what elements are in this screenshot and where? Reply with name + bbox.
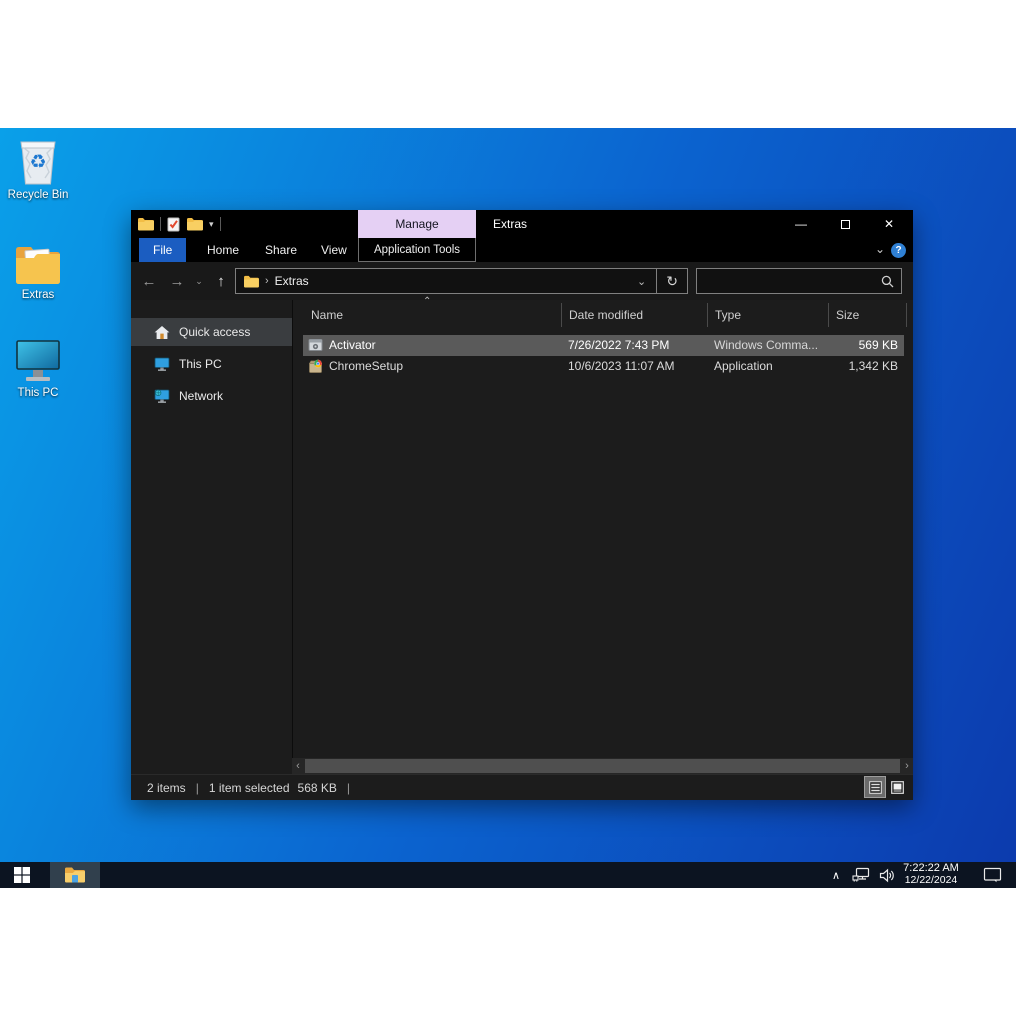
ribbon-tab-row: File Home Share View Application Tools ⌄… [131, 238, 913, 262]
window-controls: — ✕ [779, 210, 911, 238]
file-explorer-window: ▾ Manage Extras — ✕ File Home Share View… [131, 210, 913, 800]
file-type: Windows Comma... [714, 338, 819, 352]
close-button[interactable]: ✕ [867, 210, 911, 238]
sidebar-item-label: Quick access [179, 325, 251, 339]
svg-text:♻: ♻ [29, 152, 46, 173]
tab-home[interactable]: Home [193, 238, 253, 262]
file-type: Application [714, 359, 773, 373]
network-tray-icon[interactable] [852, 862, 870, 888]
search-box [696, 268, 902, 294]
desktop-icon-this-pc[interactable]: This PC [6, 334, 70, 399]
folder-icon [243, 275, 259, 288]
view-toggle-buttons [864, 776, 907, 798]
details-view-button[interactable] [864, 776, 886, 798]
horizontal-scrollbar[interactable]: ‹ › [292, 758, 913, 774]
quick-access-toolbar: ▾ [137, 210, 221, 238]
folder-icon[interactable] [186, 217, 203, 231]
command-file-icon [308, 338, 323, 352]
maximize-icon [840, 219, 850, 229]
sidebar-item-quick-access[interactable]: Quick access [131, 318, 292, 346]
up-button[interactable]: ↑ [209, 262, 233, 300]
address-row: ← → ⌄ ↑ › Extras ⌄ ↻ [131, 262, 913, 300]
desktop-icon-extras[interactable]: Extras [6, 236, 70, 301]
file-date-modified: 10/6/2023 11:07 AM [568, 359, 675, 373]
desktop-icon-label: Recycle Bin [7, 189, 69, 201]
contextual-tab-manage[interactable]: Manage [358, 210, 476, 238]
large-icons-view-button[interactable] [887, 777, 907, 797]
scroll-left-icon[interactable]: ‹ [292, 758, 304, 774]
taskbar-file-explorer-button[interactable] [50, 862, 100, 888]
folder-icon [6, 236, 70, 286]
column-header-date-modified[interactable]: Date modified [569, 308, 643, 322]
file-list-area: ⌃ Name Date modified Type Size Activator… [292, 296, 913, 758]
toolbar-separator [219, 217, 221, 231]
refresh-icon[interactable]: ↻ [657, 273, 687, 290]
file-size: 569 KB [858, 338, 898, 352]
recycle-bin-icon: ♻ [6, 136, 70, 186]
tab-file[interactable]: File [139, 238, 187, 262]
desktop-icon-label: Extras [21, 289, 55, 301]
desktop-icon-label: This PC [17, 387, 59, 399]
sidebar-item-label: This PC [179, 357, 222, 371]
forward-button[interactable]: → [165, 262, 189, 300]
file-size: 1,342 KB [848, 359, 898, 373]
installer-file-icon [308, 359, 323, 373]
title-bar: ▾ Manage Extras — ✕ [131, 210, 913, 238]
back-button[interactable]: ← [137, 262, 161, 300]
file-row-chromesetup[interactable]: ChromeSetup 10/6/2023 11:07 AM Applicati… [303, 356, 904, 377]
tab-share[interactable]: Share [251, 238, 311, 262]
sidebar-item-network[interactable]: Network [131, 382, 292, 410]
computer-icon [6, 334, 70, 384]
sidebar-item-label: Network [179, 389, 224, 403]
toolbar-separator [160, 217, 161, 231]
maximize-button[interactable] [823, 210, 867, 238]
tab-view[interactable]: View [307, 238, 361, 262]
status-bar: 2 items | 1 item selected 568 KB | [131, 774, 913, 800]
properties-check-icon[interactable] [167, 217, 180, 232]
taskbar: ∧ 7:22:22 AM 12/22/2024 [0, 862, 1016, 888]
selection-size: 568 KB [297, 780, 337, 795]
search-icon[interactable] [881, 275, 901, 288]
file-date-modified: 7/26/2022 7:43 PM [568, 338, 670, 352]
selection-count: 1 item selected [208, 780, 290, 795]
file-explorer-icon [64, 866, 86, 884]
folder-icon[interactable] [137, 217, 154, 231]
column-headers: ⌃ Name Date modified Type Size [293, 296, 913, 330]
network-icon [154, 389, 170, 403]
navigation-pane: Quick access This PC Network [131, 300, 292, 758]
help-button[interactable]: ? [891, 243, 906, 258]
scrollbar-thumb[interactable] [305, 759, 900, 773]
scroll-right-icon[interactable]: › [901, 758, 913, 774]
sort-ascending-icon: ⌃ [423, 296, 432, 307]
minimize-button[interactable]: — [779, 210, 823, 238]
file-row-activator[interactable]: Activator 7/26/2022 7:43 PM Windows Comm… [303, 335, 904, 356]
file-name: ChromeSetup [329, 359, 404, 373]
action-center-icon[interactable] [983, 862, 1002, 888]
tray-expand-chevron-icon[interactable]: ∧ [832, 862, 840, 888]
desktop-icon-recycle-bin[interactable]: ♻ Recycle Bin [6, 136, 70, 201]
sidebar-item-this-pc[interactable]: This PC [131, 350, 292, 378]
file-name: Activator [329, 338, 376, 352]
window-title: Extras [493, 217, 528, 231]
column-header-type[interactable]: Type [715, 308, 741, 322]
desktop: ♻ Recycle Bin Extras This PC ▾ Manage Ex… [0, 128, 1016, 888]
search-input[interactable] [697, 274, 881, 288]
address-dropdown-chevron-icon[interactable]: ⌄ [627, 275, 656, 288]
items-count: 2 items [147, 780, 186, 795]
chevron-down-icon[interactable]: ⌄ [875, 242, 885, 256]
clock-date: 12/22/2024 [904, 874, 958, 886]
dropdown-chevron-icon[interactable]: ▾ [209, 219, 214, 230]
monitor-icon [154, 357, 170, 371]
tab-application-tools[interactable]: Application Tools [358, 238, 476, 262]
recent-locations-chevron-icon[interactable]: ⌄ [191, 262, 207, 300]
taskbar-clock[interactable]: 7:22:22 AM 12/22/2024 [892, 862, 970, 888]
breadcrumb-path[interactable]: Extras [275, 274, 309, 288]
house-icon [154, 325, 170, 340]
breadcrumb-chevron-icon: › [265, 275, 269, 287]
column-header-size[interactable]: Size [836, 308, 859, 322]
start-button[interactable] [14, 867, 30, 883]
address-bar[interactable]: › Extras ⌄ ↻ [235, 268, 688, 294]
clock-time: 7:22:22 AM [903, 862, 959, 874]
column-header-name[interactable]: Name [311, 308, 343, 322]
